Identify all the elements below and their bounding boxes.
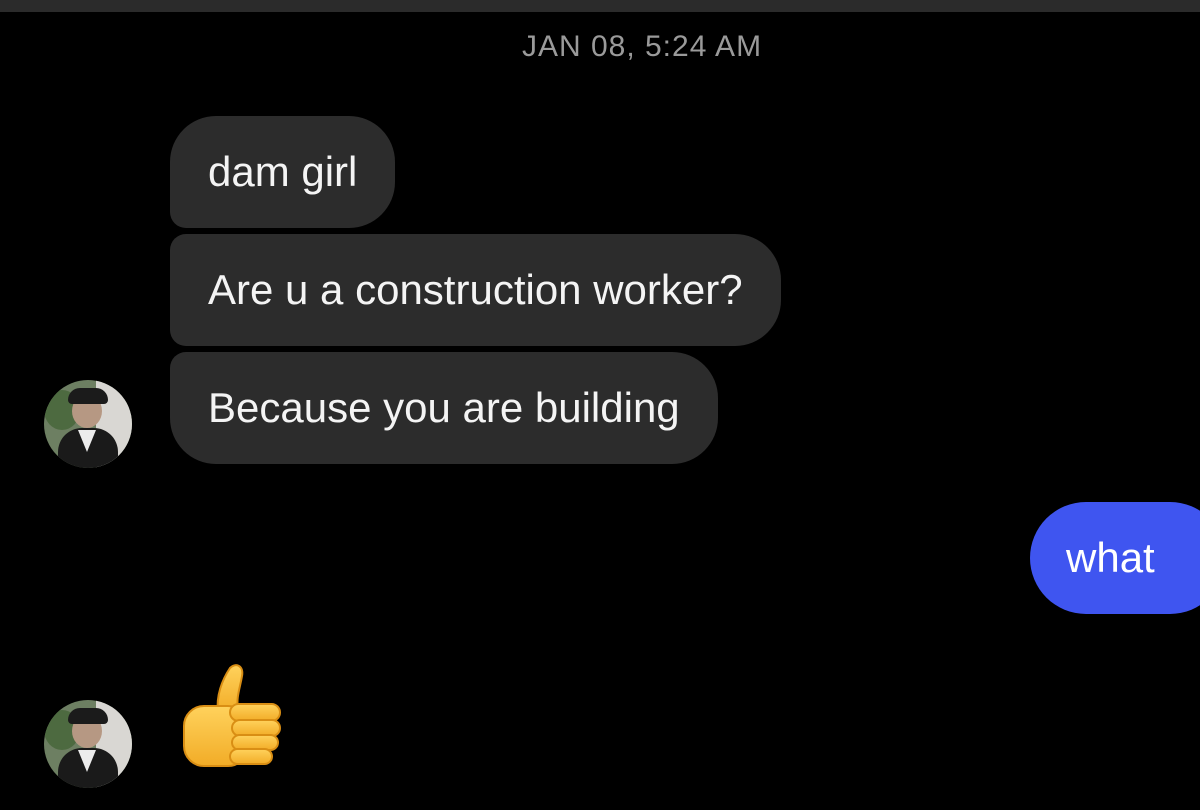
sender-avatar[interactable] xyxy=(44,380,132,468)
incoming-message-bubble[interactable]: Because you are building xyxy=(170,352,718,464)
sender-avatar[interactable] xyxy=(44,700,132,788)
top-edge-bar xyxy=(0,0,1200,12)
incoming-message-bubble[interactable]: Are u a construction worker? xyxy=(170,234,781,346)
incoming-message-bubble[interactable]: dam girl xyxy=(170,116,396,228)
thumbs-up-icon[interactable] xyxy=(178,660,288,772)
message-timestamp: JAN 08, 5:24 AM xyxy=(521,30,763,63)
outgoing-message-bubble[interactable]: what xyxy=(1030,502,1200,614)
